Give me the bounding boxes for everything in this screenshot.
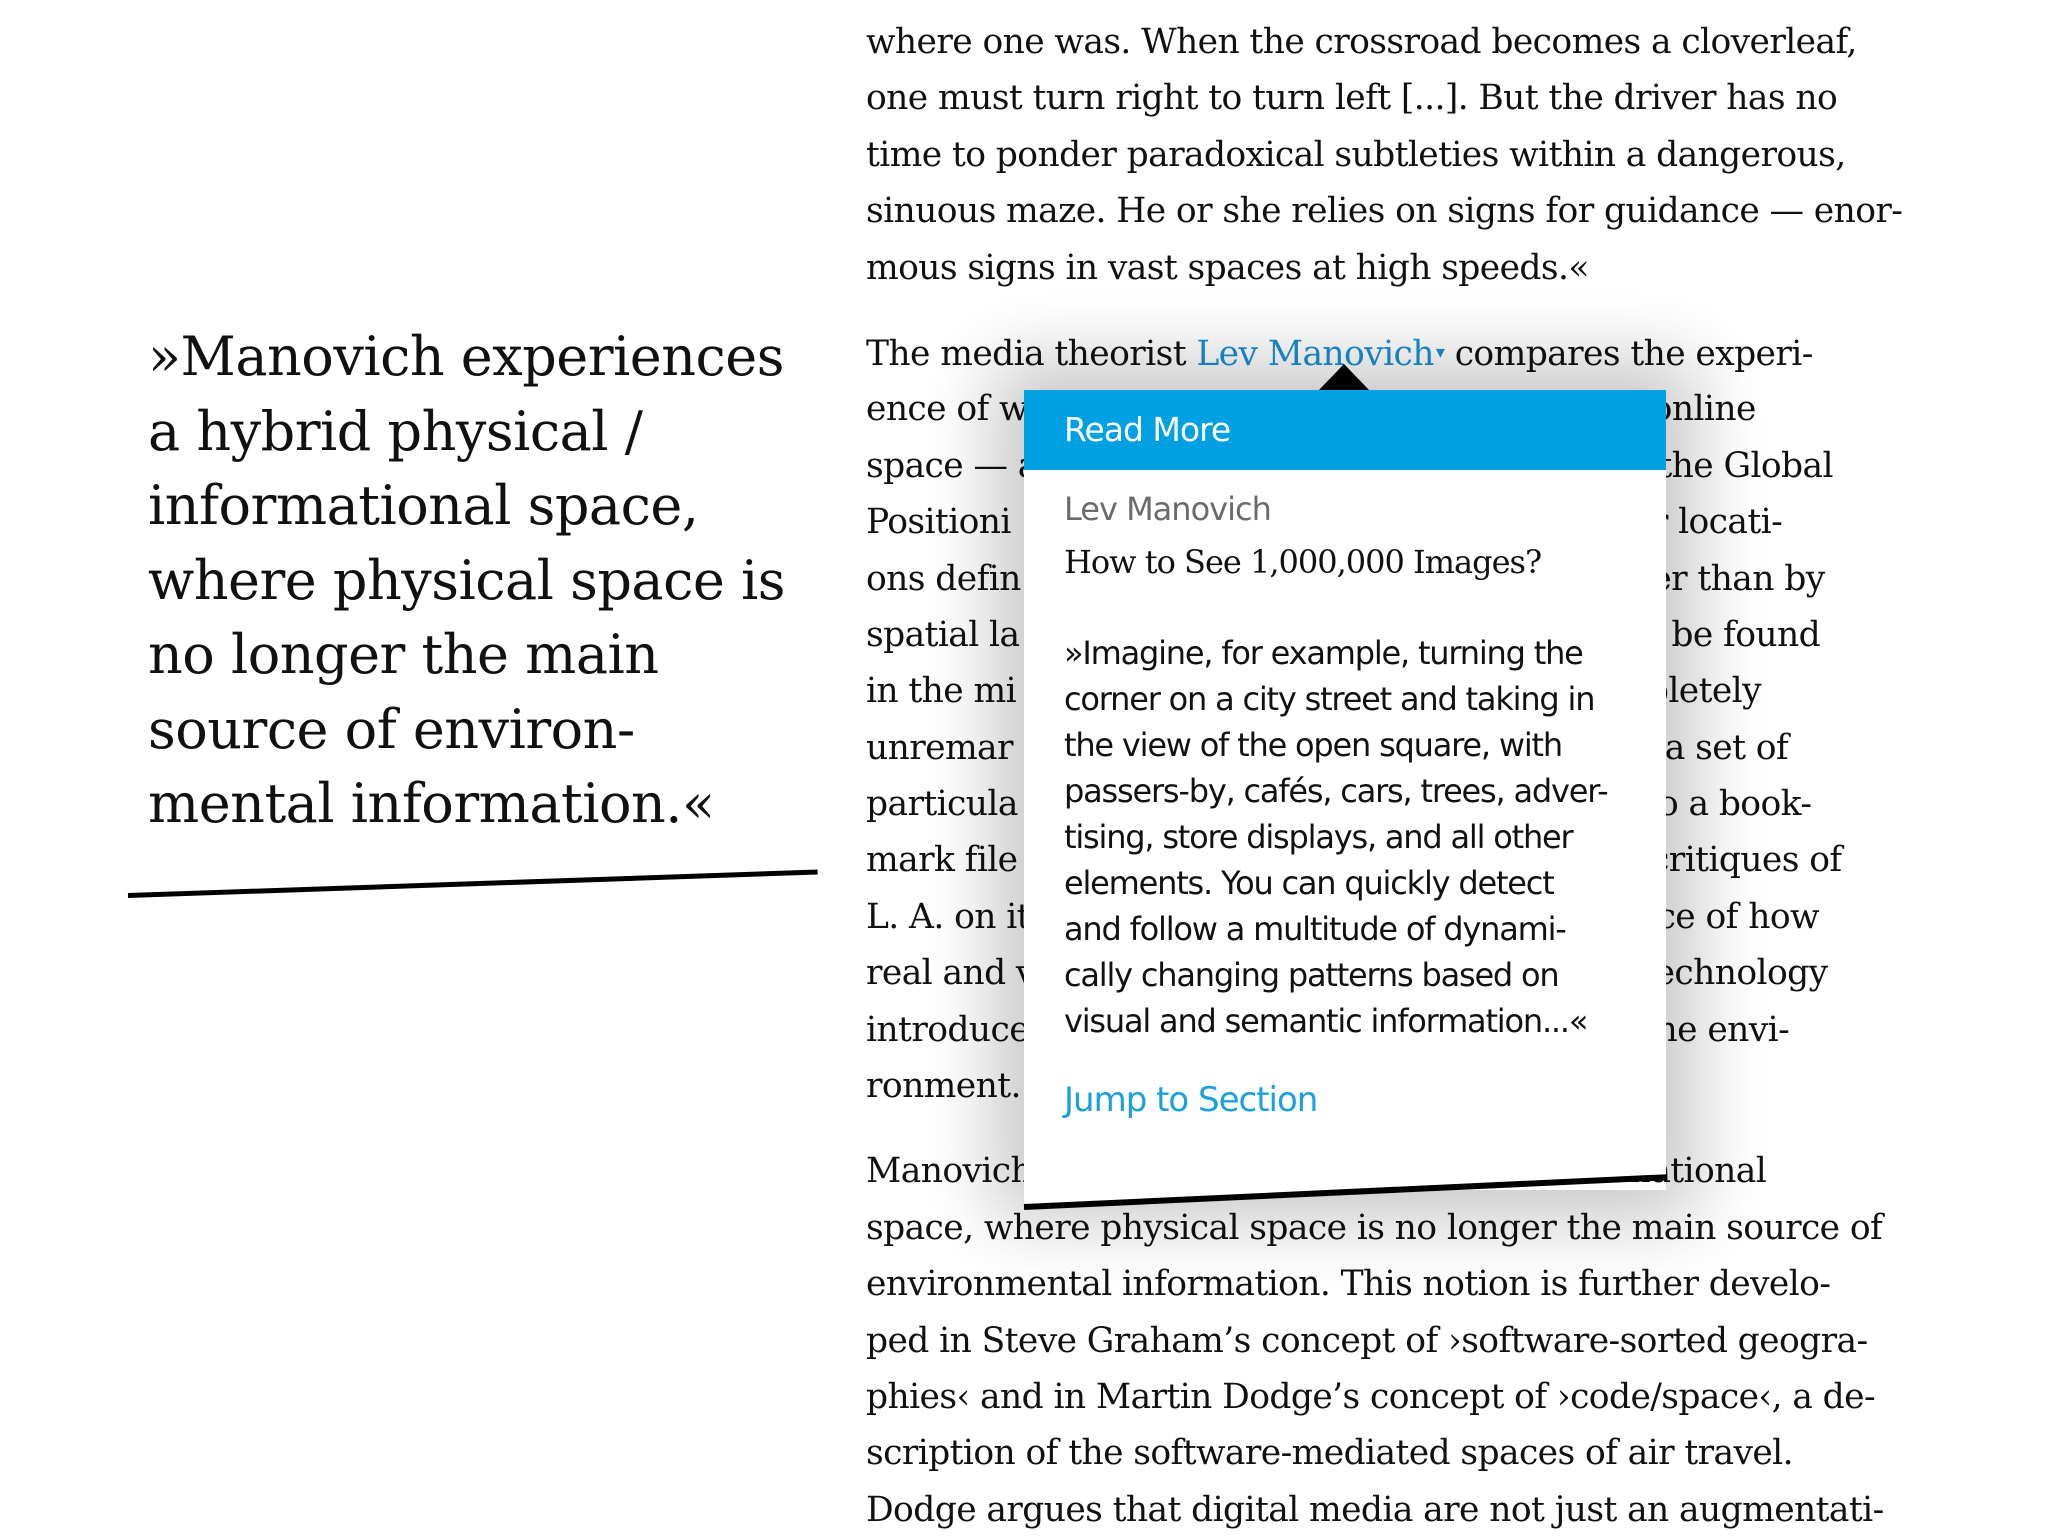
text-line: environmental information. This notion i… [866,1264,1831,1305]
text-line: sinuous maze. He or she relies on signs … [866,191,1903,232]
text-line: The media theorist Lev Manovich ▾ compare… [866,325,1976,381]
author-link-lev-manovich[interactable]: Lev Manovich [1196,334,1434,374]
quote-line: cally changing patterns based on [1064,956,1560,994]
pull-quote-line: no longer the main [148,623,659,686]
reference-popup: Read More Lev Manovich How to See 1,000,… [1024,390,1666,1210]
popup-pointer-arrow [1318,364,1370,391]
quote-line: visual and semantic information...« [1064,1002,1588,1040]
text-line: phies‹ and in Martin Dodge’s concept of … [866,1376,1876,1417]
text-segment: The media theorist [866,333,1197,374]
text-line: scription of the software-mediated space… [866,1433,1794,1474]
popup-quote: »Imagine, for example, turning the corne… [1064,630,1644,1044]
quote-line: the view of the open square, with [1064,726,1563,764]
quote-line: tising, store displays, and all other [1064,818,1574,856]
quote-line: elements. You can quickly detect [1064,864,1555,902]
quote-line: corner on a city street and taking in [1064,680,1595,718]
pull-quote-line: source of environ- [148,697,635,761]
text-line: mous signs in vast spaces at high speeds… [866,247,1589,288]
text-line: ped in Steve Graham’s concept of ›softwa… [866,1320,1868,1361]
pull-quote: »Manovich experiences a hybrid physical … [148,320,828,842]
popup-title: How to See 1,000,000 Images? [1064,543,1542,581]
text-line: one must turn right to turn left [...]. … [866,78,1838,119]
text-segment: compares the experi- [1444,333,1814,374]
paragraph-1: where one was. When the crossroad become… [866,14,1976,296]
text-line: Dodge argues that digital media are not … [866,1489,1884,1530]
text-line: where one was. When the crossroad become… [866,22,1857,62]
pull-quote-line: mental information.« [148,772,715,835]
read-more-button[interactable]: Read More [1024,390,1666,470]
jump-to-section-link[interactable]: Jump to Section [1064,1080,1318,1120]
pull-quote-rule [127,869,818,898]
popup-author: Lev Manovich [1064,490,1272,528]
quote-line: »Imagine, for example, turning the [1064,634,1584,672]
pull-quote-line: informational space, [148,474,699,537]
pull-quote-line: a hybrid physical / [148,399,643,463]
quote-line: passers-by, cafés, cars, trees, adver- [1064,772,1609,810]
pull-quote-line: where physical space is [148,548,785,612]
quote-line: and follow a multitude of dynami- [1064,910,1567,948]
pull-quote-line: »Manovich experiences [148,325,784,388]
text-line: time to ponder paradoxical subtleties wi… [866,134,1846,175]
